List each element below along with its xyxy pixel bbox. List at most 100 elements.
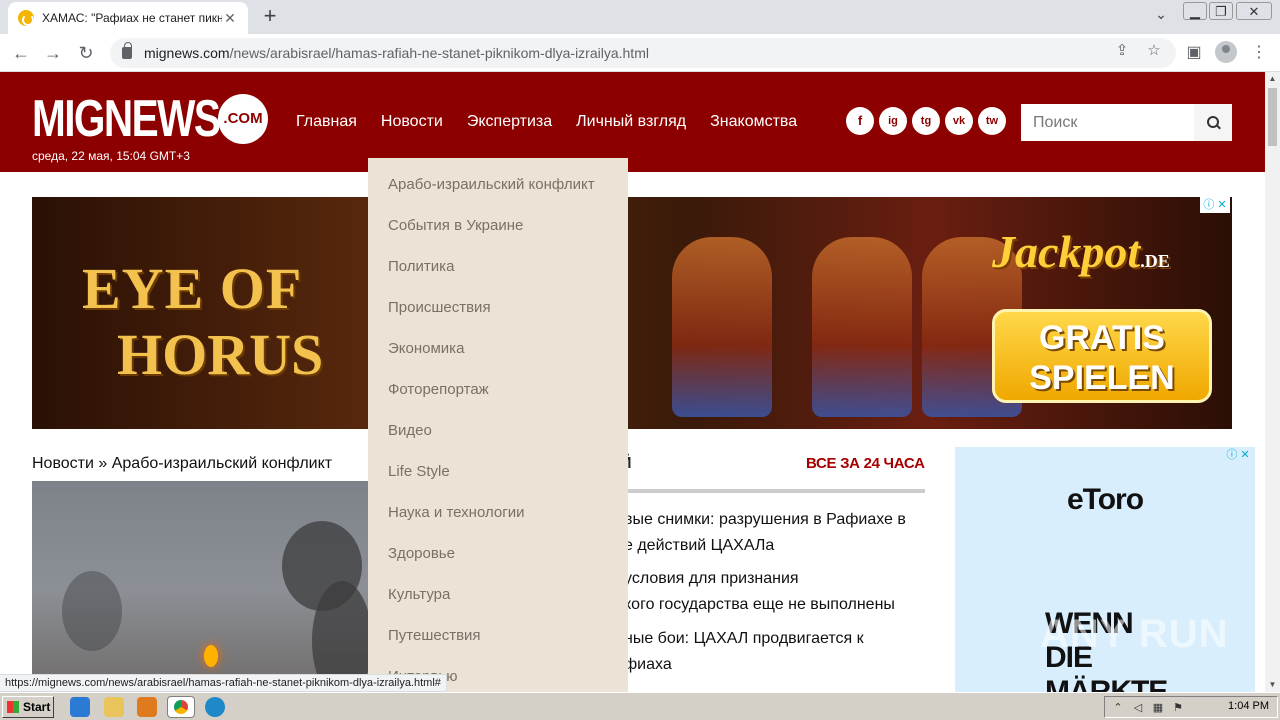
share-icon[interactable]: ⇪ xyxy=(1112,41,1132,61)
news-item-line: условия для признания xyxy=(624,570,799,587)
all-24-hours-link[interactable]: ВСЕ ЗА 24 ЧАСА xyxy=(806,455,925,472)
main-nav: Главная Новости Экспертиза Личный взгляд… xyxy=(296,113,821,131)
browser-tab-active[interactable]: ХАМАС: "Рафиах не станет пикник ✕ xyxy=(8,2,248,34)
dropdown-item[interactable]: Культура xyxy=(368,582,628,623)
taskbar-clock[interactable]: 1:04 PM xyxy=(1228,700,1269,712)
site-favicon-icon xyxy=(18,10,34,26)
dropdown-item[interactable]: Путешествия xyxy=(368,623,628,664)
explosion-fire xyxy=(204,645,218,667)
network-icon[interactable]: ▦ xyxy=(1151,701,1165,715)
volume-icon[interactable]: ◁ xyxy=(1131,701,1145,715)
nav-expertise[interactable]: Экспертиза xyxy=(467,113,552,131)
link-status-url: https://mignews.com/news/arabisrael/hama… xyxy=(0,674,447,692)
url-path: /news/arabisrael/hamas-rafiah-ne-stanet-… xyxy=(229,45,649,61)
breadcrumb: Новости » Арабо-израильский конфликт xyxy=(32,455,332,473)
facebook-icon[interactable]: f xyxy=(846,107,874,135)
start-label: Start xyxy=(23,700,51,714)
dropdown-item[interactable]: Здоровье xyxy=(368,541,628,582)
smoke-plume xyxy=(62,571,122,651)
address-bar[interactable]: mignews.com/news/arabisrael/hamas-rafiah… xyxy=(110,38,1176,68)
breadcrumb-news[interactable]: Новости xyxy=(32,455,94,472)
nav-dating[interactable]: Знакомства xyxy=(710,113,797,131)
news-item-line: ные бои: ЦАХАЛ продвигается к xyxy=(624,630,864,647)
browser-toolbar: ← → ↻ mignews.com/news/arabisrael/hamas-… xyxy=(0,34,1280,72)
tab-strip: ХАМАС: "Рафиах не станет пикник ✕ + ⌄ ▁ … xyxy=(0,0,1280,34)
back-arrow-icon[interactable]: ← xyxy=(8,40,34,66)
news-dropdown-menu: Арабо-израильский конфликт События в Укр… xyxy=(368,158,628,692)
banner-horus-text: HORUS xyxy=(117,322,324,387)
action-center-flag-icon[interactable]: ⚑ xyxy=(1171,701,1185,715)
header-datetime: среда, 22 мая, 15:04 GMT+3 xyxy=(32,149,190,163)
news-item-line: фиаха xyxy=(624,656,672,673)
page-viewport: MIGNEWS .COM среда, 22 мая, 15:04 GMT+3 … xyxy=(0,72,1265,692)
ad-choices-icon[interactable]: ⓘ ✕ xyxy=(1223,447,1253,463)
chrome-icon xyxy=(174,700,188,714)
scroll-down-icon[interactable]: ▼ xyxy=(1265,678,1280,692)
vk-icon[interactable]: vk xyxy=(945,107,973,135)
dropdown-item[interactable]: Фоторепортаж xyxy=(368,377,628,418)
url-host: mignews.com xyxy=(144,45,230,61)
banner-jackpot-logo: Jackpot.DE xyxy=(992,225,1170,278)
news-item[interactable]: ные бои: ЦАХАЛ продвигается к фиаха xyxy=(624,626,924,678)
site-search xyxy=(1021,104,1232,141)
dropdown-item[interactable]: Политика xyxy=(368,254,628,295)
dropdown-item[interactable]: События в Украине xyxy=(368,213,628,254)
dropdown-item[interactable]: Арабо-израильский конфликт xyxy=(368,172,628,213)
article-image xyxy=(32,481,368,692)
minimize-button[interactable]: ▁ xyxy=(1183,2,1207,20)
scrollbar-thumb[interactable] xyxy=(1268,88,1277,146)
logo-com-badge: .COM xyxy=(218,94,268,144)
banner-jackpot-text: Jackpot xyxy=(992,226,1141,277)
site-logo[interactable]: MIGNEWS .COM xyxy=(32,93,268,145)
dropdown-item[interactable]: Видео xyxy=(368,418,628,459)
dropdown-item[interactable]: Экономика xyxy=(368,336,628,377)
system-tray: ⌃ ◁ ▦ ⚑ 1:04 PM xyxy=(1104,696,1278,718)
close-window-button[interactable]: ✕ xyxy=(1236,2,1272,20)
twitter-icon[interactable]: tw xyxy=(978,107,1006,135)
tab-search-chevron-icon[interactable]: ⌄ xyxy=(1151,6,1171,23)
start-button[interactable]: Start xyxy=(2,696,54,718)
banner-ad[interactable]: EYE OF HORUS Jackpot.DE GRATIS SPIELEN ⓘ… xyxy=(32,197,1232,429)
chrome-task-button[interactable] xyxy=(167,696,195,718)
banner-cta-line1: GRATIS xyxy=(1039,319,1165,357)
tab-close-icon[interactable]: ✕ xyxy=(222,10,238,27)
search-icon[interactable] xyxy=(1194,104,1232,141)
banner-cta-button[interactable]: GRATIS SPIELEN xyxy=(992,309,1212,403)
media-player-icon[interactable] xyxy=(137,697,157,717)
side-panel-icon[interactable]: ▣ xyxy=(1183,42,1205,64)
instagram-icon[interactable]: ig xyxy=(879,107,907,135)
ie-icon[interactable] xyxy=(70,697,90,717)
news-item-line: кого государства еще не выполнены xyxy=(624,596,895,613)
dropdown-item[interactable]: Наука и технологии xyxy=(368,500,628,541)
restore-button[interactable]: ❐ xyxy=(1209,2,1233,20)
news-item[interactable]: условия для признания кого государства е… xyxy=(624,566,924,618)
ad-choices-icon[interactable]: ⓘ ✕ xyxy=(1200,197,1230,213)
menu-kebab-icon[interactable]: ⋮ xyxy=(1248,42,1270,64)
news-item[interactable]: вые снимки: разрушения в Рафиахе в е дей… xyxy=(624,507,924,559)
bookmark-star-icon[interactable]: ☆ xyxy=(1144,41,1164,61)
dropdown-item[interactable]: Происшествия xyxy=(368,295,628,336)
reload-icon[interactable]: ↻ xyxy=(73,40,99,66)
folder-icon[interactable] xyxy=(104,697,124,717)
banner-horus-figure xyxy=(812,237,912,417)
nav-news[interactable]: Новости xyxy=(381,113,443,131)
tray-expand-icon[interactable]: ⌃ xyxy=(1111,701,1125,715)
breadcrumb-separator: » xyxy=(93,455,112,472)
search-input[interactable] xyxy=(1021,104,1194,141)
telegram-icon[interactable]: tg xyxy=(912,107,940,135)
taskbar: Start ⌃ ◁ ▦ ⚑ 1:04 PM xyxy=(0,692,1280,720)
page-scrollbar[interactable]: ▲ ▼ xyxy=(1265,72,1280,692)
nav-personal-view[interactable]: Личный взгляд xyxy=(576,113,686,131)
edge-icon[interactable] xyxy=(205,697,225,717)
profile-avatar-icon[interactable] xyxy=(1215,41,1237,63)
tab-title: ХАМАС: "Рафиах не станет пикник xyxy=(42,11,222,25)
news-divider xyxy=(610,489,925,493)
forward-arrow-icon[interactable]: → xyxy=(40,40,66,66)
banner-eye-text: EYE OF xyxy=(82,256,303,321)
new-tab-button[interactable]: + xyxy=(258,4,282,28)
nav-home[interactable]: Главная xyxy=(296,113,357,131)
dropdown-item[interactable]: Life Style xyxy=(368,459,628,500)
etoro-logo: eToro xyxy=(1066,483,1144,516)
scroll-up-icon[interactable]: ▲ xyxy=(1265,72,1280,86)
breadcrumb-arab-israeli[interactable]: Арабо-израильский конфликт xyxy=(112,455,332,472)
